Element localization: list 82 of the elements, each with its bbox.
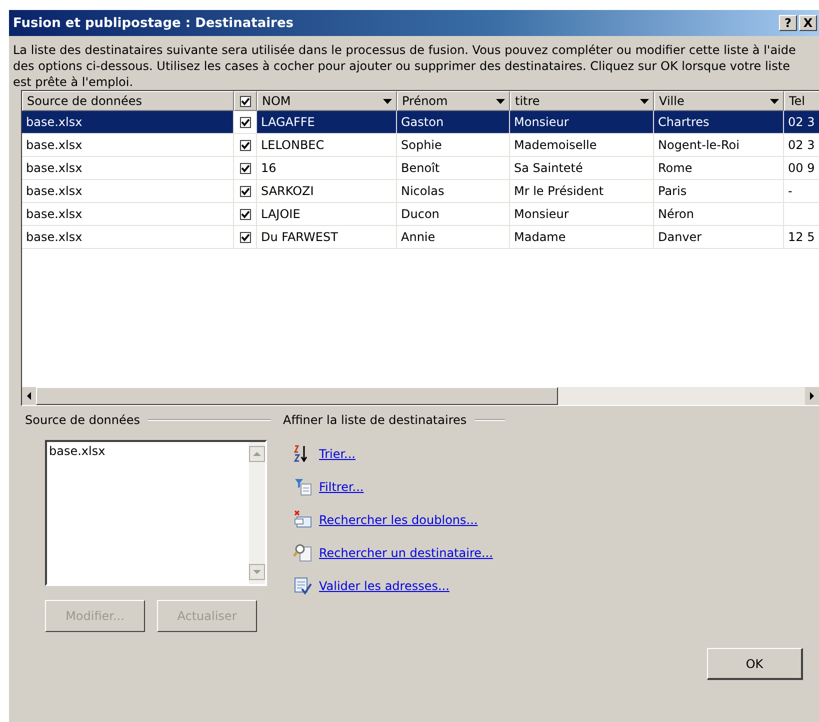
checkbox[interactable] <box>240 208 250 220</box>
table-cell: Chartres <box>658 115 710 129</box>
document-stack-icon <box>293 510 313 529</box>
table-row[interactable]: base.xlsx 16 Benoît Sa Sainteté Rome 00 9 <box>22 157 819 180</box>
scroll-up-icon <box>249 446 265 462</box>
help-button[interactable]: ? <box>779 15 797 31</box>
dropdown-caret-icon <box>383 98 392 104</box>
table-cell: base.xlsx <box>26 138 82 152</box>
table-row[interactable]: base.xlsx LAJOIE Ducon Monsieur Néron <box>22 203 819 226</box>
window-title: Fusion et publipostage : Destinataires <box>13 16 294 30</box>
scroll-down-icon <box>249 564 265 580</box>
list-item[interactable]: base.xlsx <box>49 444 247 458</box>
table-row[interactable]: base.xlsx LELONBEC Sophie Mademoiselle Nogent-le-Roi 02 3 <box>22 134 819 157</box>
table-cell: Sophie <box>401 138 442 152</box>
table-cell: base.xlsx <box>26 184 82 198</box>
table-cell: SARKOZI <box>261 184 314 198</box>
table-cell: Rome <box>658 161 692 175</box>
table-cell: Monsieur <box>514 115 569 129</box>
table-cell: Nicolas <box>401 184 444 198</box>
table-cell: Madame <box>514 230 566 244</box>
data-source-list[interactable]: base.xlsx <box>45 440 267 586</box>
checkbox[interactable] <box>240 140 250 150</box>
column-header[interactable]: Ville <box>654 91 784 111</box>
table-cell: Du FARWEST <box>261 230 338 244</box>
table-cell: Paris <box>658 184 687 198</box>
table-cell: LAJOIE <box>261 207 300 221</box>
table-cell: Néron <box>658 207 694 221</box>
table-cell: Sa Sainteté <box>514 161 583 175</box>
scroll-thumb[interactable] <box>36 387 558 405</box>
horizontal-scrollbar[interactable] <box>22 387 819 405</box>
table-cell: Nogent-le-Roi <box>658 138 740 152</box>
link[interactable]: Trier... <box>319 446 356 460</box>
column-header[interactable]: titre <box>510 91 654 111</box>
table-cell: base.xlsx <box>26 115 82 129</box>
link[interactable]: Filtrer... <box>319 480 364 494</box>
filter-icon <box>293 477 313 496</box>
group-label: Source de données <box>25 413 140 427</box>
checkbox[interactable] <box>240 186 250 196</box>
table-cell: Mr le Président <box>514 184 604 198</box>
table-cell: LAGAFFE <box>261 115 315 129</box>
link[interactable]: Rechercher les doublons... <box>319 512 478 526</box>
table-cell: Ducon <box>401 207 440 221</box>
table-row[interactable]: base.xlsx LAGAFFE Gaston Monsieur Chartres 02 3 <box>22 111 819 134</box>
table-cell: Benoît <box>401 161 440 175</box>
table-cell: - <box>788 184 792 198</box>
link[interactable]: Valider les adresses... <box>319 578 450 592</box>
column-header[interactable]: NOM <box>257 91 397 111</box>
checkbox[interactable] <box>240 116 250 128</box>
column-header[interactable]: Prénom <box>397 91 510 111</box>
scroll-left-icon <box>22 387 36 405</box>
instructions-text: La liste des destinataires suivante sera utilisée dans le processus de fusion. Vous pouvez compléter ou modifier cette liste à l'aide des options ci-dessous. Utilisez les cases à cocher pour ajouter ou supprimer des destinataires. Cliquez sur OK lorsque votre liste est prête à l'emploi. <box>13 42 797 90</box>
group-label: Affiner la liste de destinataires <box>283 413 467 427</box>
table-cell: Annie <box>401 230 436 244</box>
table-cell: 00 9 <box>788 161 815 175</box>
table-cell: base.xlsx <box>26 161 82 175</box>
ok-button[interactable]: OK <box>707 648 803 680</box>
table-row[interactable]: base.xlsx SARKOZI Nicolas Mr le Président Paris - <box>22 180 819 203</box>
vertical-scrollbar[interactable] <box>249 442 265 584</box>
table-cell: Danver <box>658 230 702 244</box>
table-cell: 12 5 <box>788 230 815 244</box>
table-cell: base.xlsx <box>26 230 82 244</box>
table-cell: Mademoiselle <box>514 138 597 152</box>
close-button[interactable]: X <box>799 15 817 31</box>
table-cell: LELONBEC <box>261 138 324 152</box>
checkbox[interactable] <box>240 162 250 174</box>
document-check-icon <box>293 576 313 595</box>
table-cell: Gaston <box>401 115 444 129</box>
column-header[interactable]: Source de données <box>22 91 234 111</box>
search-icon <box>293 543 313 562</box>
checkbox[interactable] <box>240 96 251 106</box>
table-cell: 02 3 <box>788 138 815 152</box>
checkbox[interactable] <box>240 232 250 242</box>
dropdown-caret-icon <box>770 98 779 104</box>
dropdown-caret-icon <box>640 98 649 104</box>
table-cell: Monsieur <box>514 207 569 221</box>
column-header[interactable]: Tel <box>784 91 819 111</box>
table-cell: 02 3 <box>788 115 815 129</box>
link[interactable]: Rechercher un destinataire... <box>319 546 493 560</box>
table-cell: base.xlsx <box>26 207 82 221</box>
table-cell: 16 <box>261 161 276 175</box>
dropdown-caret-icon <box>496 98 505 104</box>
table-row[interactable]: base.xlsx Du FARWEST Annie Madame Danver 12 5 <box>22 226 819 249</box>
